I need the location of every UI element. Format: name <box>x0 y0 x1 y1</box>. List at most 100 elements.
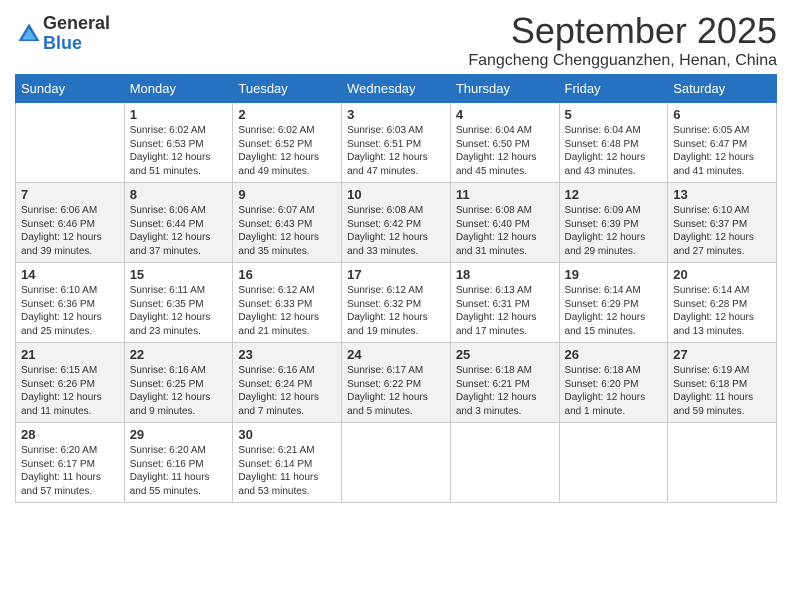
day-cell: 24 Sunrise: 6:17 AMSunset: 6:22 PMDayligh… <box>342 343 451 423</box>
logo: General Blue <box>15 14 110 54</box>
day-cell: 12 Sunrise: 6:09 AMSunset: 6:39 PMDayligh… <box>559 183 668 263</box>
cell-info: Sunrise: 6:03 AMSunset: 6:51 PMDaylight:… <box>347 124 445 178</box>
column-header-monday: Monday <box>124 75 233 103</box>
column-header-saturday: Saturday <box>668 75 777 103</box>
day-cell: 9 Sunrise: 6:07 AMSunset: 6:43 PMDaylight… <box>233 183 342 263</box>
day-number: 20 <box>673 267 771 282</box>
day-number: 17 <box>347 267 445 282</box>
cell-info: Sunrise: 6:02 AMSunset: 6:52 PMDaylight:… <box>238 124 336 178</box>
day-cell: 23Sunrise: 6:16 AMSunset: 6:24 PMDayligh… <box>233 343 342 423</box>
day-number: 21 <box>21 347 119 362</box>
header-row: SundayMondayTuesdayWednesdayThursdayFrid… <box>16 75 777 103</box>
day-cell: 25 Sunrise: 6:18 AMSunset: 6:21 PMDayligh… <box>450 343 559 423</box>
day-cell: 28 Sunrise: 6:20 AMSunset: 6:17 PMDayligh… <box>16 423 125 503</box>
day-cell: 14 Sunrise: 6:10 AMSunset: 6:36 PMDayligh… <box>16 263 125 343</box>
day-number: 29 <box>130 427 228 442</box>
cell-info: Sunrise: 6:14 AMSunset: 6:29 PMDaylight:… <box>565 284 663 338</box>
day-cell: 1 Sunrise: 6:02 AMSunset: 6:53 PMDaylight… <box>124 103 233 183</box>
cell-info: Sunrise: 6:12 AMSunset: 6:32 PMDaylight:… <box>347 284 445 338</box>
cell-info: Sunrise: 6:02 AMSunset: 6:53 PMDaylight:… <box>130 124 228 178</box>
cell-info: Sunrise: 6:17 AMSunset: 6:22 PMDaylight:… <box>347 364 445 418</box>
cell-info: Sunrise: 6:10 AMSunset: 6:37 PMDaylight:… <box>673 204 771 258</box>
cell-info: Sunrise: 6:21 AMSunset: 6:14 PMDaylight:… <box>238 444 336 498</box>
day-cell: 19 Sunrise: 6:14 AMSunset: 6:29 PMDayligh… <box>559 263 668 343</box>
cell-info: Sunrise: 6:10 AMSunset: 6:36 PMDaylight:… <box>21 284 119 338</box>
cell-info: Sunrise: 6:20 AMSunset: 6:17 PMDaylight:… <box>21 444 119 498</box>
day-number: 27 <box>673 347 771 362</box>
cell-info: Sunrise: 6:20 AMSunset: 6:16 PMDaylight:… <box>130 444 228 498</box>
cell-info: Sunrise: 6:08 AMSunset: 6:42 PMDaylight:… <box>347 204 445 258</box>
week-row-4: 21 Sunrise: 6:15 AMSunset: 6:26 PMDayligh… <box>16 343 777 423</box>
cell-info: Sunrise: 6:04 AMSunset: 6:50 PMDaylight:… <box>456 124 554 178</box>
cell-info: Sunrise: 6:16 AMSunset: 6:25 PMDaylight:… <box>130 364 228 418</box>
day-number: 5 <box>565 107 663 122</box>
logo-general: General <box>43 14 110 34</box>
day-cell: 20 Sunrise: 6:14 AMSunset: 6:28 PMDayligh… <box>668 263 777 343</box>
day-number: 12 <box>565 187 663 202</box>
logo-blue: Blue <box>43 34 110 54</box>
column-header-friday: Friday <box>559 75 668 103</box>
day-cell: 13Sunrise: 6:10 AMSunset: 6:37 PMDayligh… <box>668 183 777 263</box>
page-container: General Blue September 2025 Fangcheng Ch… <box>0 0 792 513</box>
logo-text: General Blue <box>43 14 110 54</box>
day-cell: 7 Sunrise: 6:06 AMSunset: 6:46 PMDaylight… <box>16 183 125 263</box>
day-cell: 11Sunrise: 6:08 AMSunset: 6:40 PMDayligh… <box>450 183 559 263</box>
cell-info: Sunrise: 6:15 AMSunset: 6:26 PMDaylight:… <box>21 364 119 418</box>
day-number: 19 <box>565 267 663 282</box>
day-number: 25 <box>456 347 554 362</box>
week-row-1: 1 Sunrise: 6:02 AMSunset: 6:53 PMDaylight… <box>16 103 777 183</box>
day-cell: 26Sunrise: 6:18 AMSunset: 6:20 PMDayligh… <box>559 343 668 423</box>
calendar-table: SundayMondayTuesdayWednesdayThursdayFrid… <box>15 74 777 503</box>
cell-info: Sunrise: 6:14 AMSunset: 6:28 PMDaylight:… <box>673 284 771 338</box>
day-cell: 15Sunrise: 6:11 AMSunset: 6:35 PMDayligh… <box>124 263 233 343</box>
header: General Blue September 2025 Fangcheng Ch… <box>15 10 777 70</box>
week-row-2: 7 Sunrise: 6:06 AMSunset: 6:46 PMDaylight… <box>16 183 777 263</box>
day-cell: 3 Sunrise: 6:03 AMSunset: 6:51 PMDaylight… <box>342 103 451 183</box>
day-number: 3 <box>347 107 445 122</box>
day-cell <box>16 103 125 183</box>
column-header-tuesday: Tuesday <box>233 75 342 103</box>
month-title: September 2025 <box>468 10 777 52</box>
cell-info: Sunrise: 6:11 AMSunset: 6:35 PMDaylight:… <box>130 284 228 338</box>
day-cell <box>342 423 451 503</box>
column-header-sunday: Sunday <box>16 75 125 103</box>
day-cell: 16Sunrise: 6:12 AMSunset: 6:33 PMDayligh… <box>233 263 342 343</box>
day-number: 7 <box>21 187 119 202</box>
week-row-5: 28 Sunrise: 6:20 AMSunset: 6:17 PMDayligh… <box>16 423 777 503</box>
day-cell: 6 Sunrise: 6:05 AMSunset: 6:47 PMDaylight… <box>668 103 777 183</box>
cell-info: Sunrise: 6:06 AMSunset: 6:46 PMDaylight:… <box>21 204 119 258</box>
day-number: 9 <box>238 187 336 202</box>
day-number: 8 <box>130 187 228 202</box>
day-number: 4 <box>456 107 554 122</box>
column-header-wednesday: Wednesday <box>342 75 451 103</box>
day-cell: 22Sunrise: 6:16 AMSunset: 6:25 PMDayligh… <box>124 343 233 423</box>
cell-info: Sunrise: 6:16 AMSunset: 6:24 PMDaylight:… <box>238 364 336 418</box>
day-number: 24 <box>347 347 445 362</box>
cell-info: Sunrise: 6:09 AMSunset: 6:39 PMDaylight:… <box>565 204 663 258</box>
day-cell <box>668 423 777 503</box>
day-number: 10 <box>347 187 445 202</box>
cell-info: Sunrise: 6:18 AMSunset: 6:21 PMDaylight:… <box>456 364 554 418</box>
cell-info: Sunrise: 6:05 AMSunset: 6:47 PMDaylight:… <box>673 124 771 178</box>
day-number: 1 <box>130 107 228 122</box>
day-number: 18 <box>456 267 554 282</box>
day-cell: 29 Sunrise: 6:20 AMSunset: 6:16 PMDayligh… <box>124 423 233 503</box>
day-cell <box>450 423 559 503</box>
week-row-3: 14 Sunrise: 6:10 AMSunset: 6:36 PMDayligh… <box>16 263 777 343</box>
day-cell: 10 Sunrise: 6:08 AMSunset: 6:42 PMDayligh… <box>342 183 451 263</box>
day-cell: 27Sunrise: 6:19 AMSunset: 6:18 PMDayligh… <box>668 343 777 423</box>
cell-info: Sunrise: 6:13 AMSunset: 6:31 PMDaylight:… <box>456 284 554 338</box>
day-cell <box>559 423 668 503</box>
column-header-thursday: Thursday <box>450 75 559 103</box>
cell-info: Sunrise: 6:04 AMSunset: 6:48 PMDaylight:… <box>565 124 663 178</box>
day-number: 30 <box>238 427 336 442</box>
day-cell: 8Sunrise: 6:06 AMSunset: 6:44 PMDaylight… <box>124 183 233 263</box>
day-number: 14 <box>21 267 119 282</box>
cell-info: Sunrise: 6:07 AMSunset: 6:43 PMDaylight:… <box>238 204 336 258</box>
cell-info: Sunrise: 6:18 AMSunset: 6:20 PMDaylight:… <box>565 364 663 418</box>
day-number: 6 <box>673 107 771 122</box>
day-number: 16 <box>238 267 336 282</box>
day-number: 28 <box>21 427 119 442</box>
day-cell: 21 Sunrise: 6:15 AMSunset: 6:26 PMDayligh… <box>16 343 125 423</box>
day-cell: 4 Sunrise: 6:04 AMSunset: 6:50 PMDaylight… <box>450 103 559 183</box>
